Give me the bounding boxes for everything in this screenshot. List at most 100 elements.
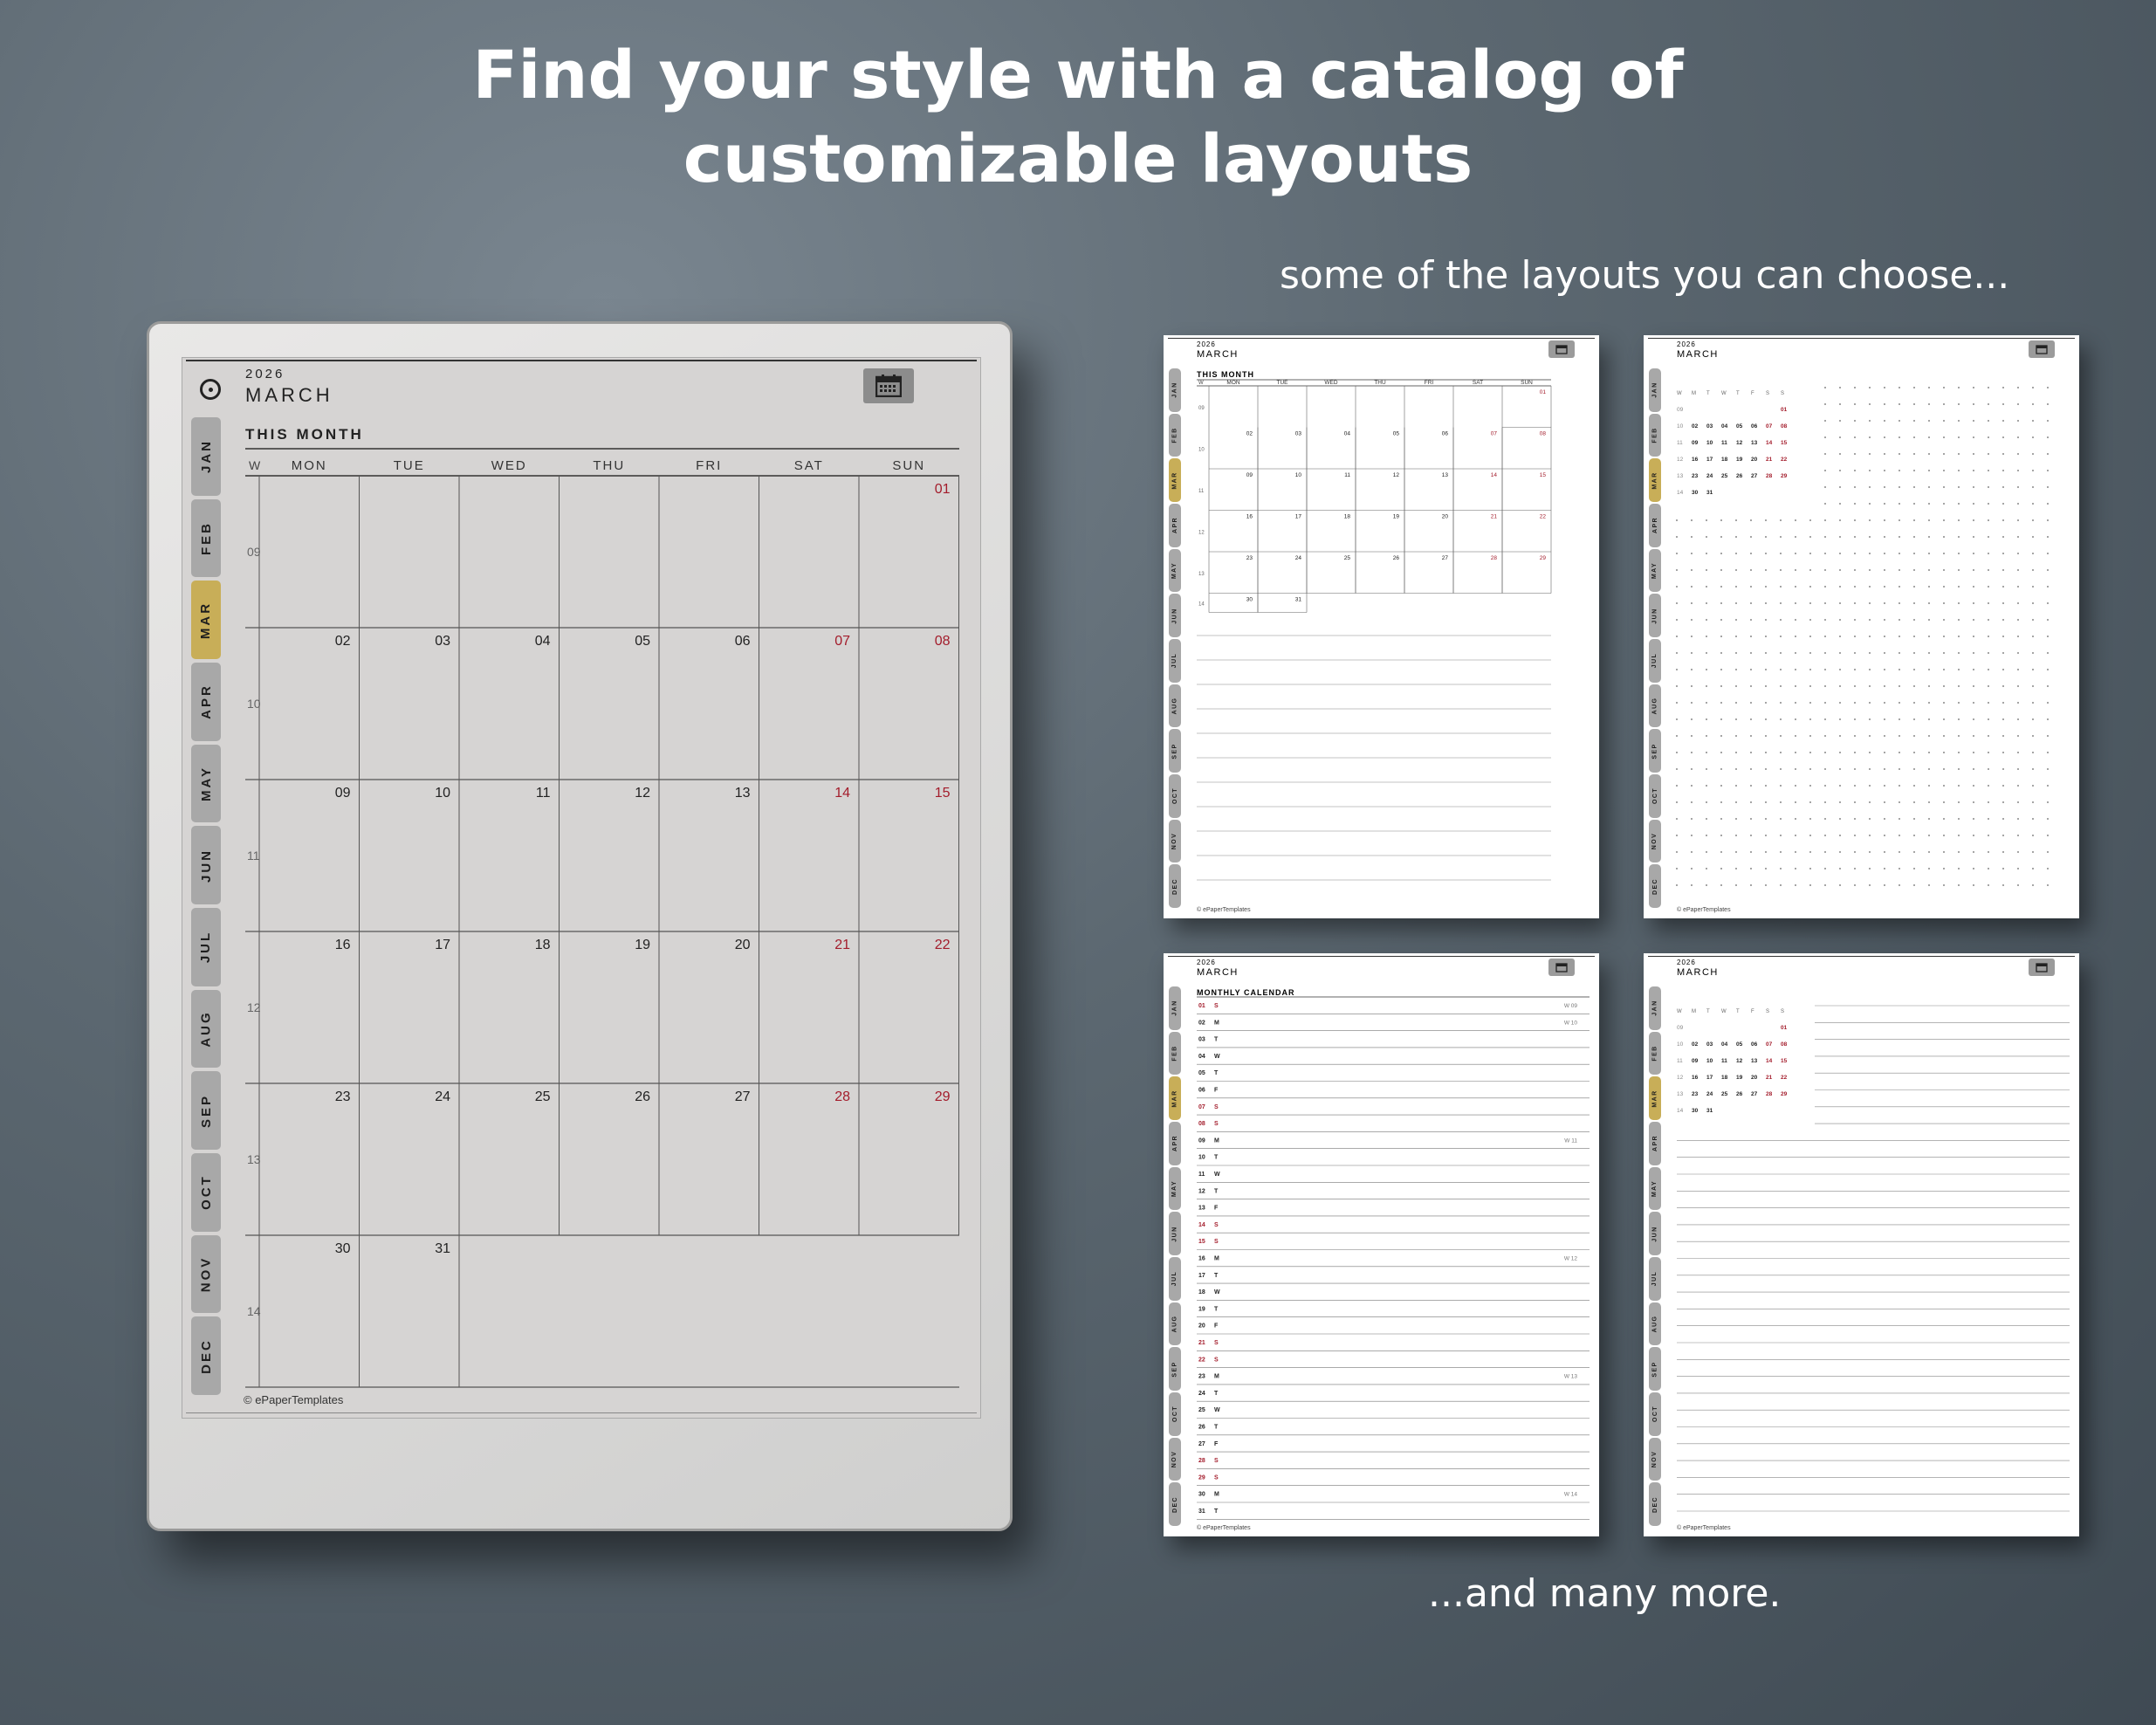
grid-dot (1928, 752, 1930, 753)
grid-dot (1899, 818, 1900, 820)
grid-dot (1943, 436, 1945, 438)
mini-day: 13 (1751, 1058, 1758, 1064)
grid-dot (1958, 453, 1960, 455)
grid-dot (2047, 453, 2049, 455)
grid-dot (2032, 569, 2034, 571)
mini-day: 08 (1781, 1041, 1788, 1048)
grid-dot (1735, 785, 1737, 787)
grid-dot (2017, 403, 2019, 405)
grid-dot (2017, 718, 2019, 720)
grid-dot (1884, 851, 1885, 853)
grid-dot (1780, 785, 1782, 787)
mini-day: 10 (1677, 423, 1684, 430)
grid-dot (1943, 619, 1945, 621)
mini-day: 24 (1706, 473, 1713, 479)
grid-dot (2032, 619, 2034, 621)
layout-mini-calendar-lines[interactable]: 2026 MARCH JAN FEB MAR APR MAY JUN JUL AUG SEP OC… (1644, 953, 2079, 1536)
grid-dot (1988, 835, 1989, 836)
grid-dot (2047, 387, 2049, 388)
grid-dot (1765, 536, 1767, 538)
grid-dot (1735, 619, 1737, 621)
layout-monthly-list[interactable]: 2026 MARCH JAN FEB MAR APR MAY JUN JUL AUG SEP OC… (1164, 953, 1599, 1536)
grid-dot (1676, 768, 1678, 770)
grid-dot (1973, 619, 1974, 621)
grid-dot (1869, 669, 1871, 670)
grid-dot (1750, 536, 1752, 538)
grid-dot (1988, 586, 1989, 588)
mini-day: 02 (1692, 423, 1699, 430)
list-weekday-letter: F (1214, 1441, 1219, 1447)
grid-dot (1913, 569, 1915, 571)
weekday-label: THU (593, 458, 625, 473)
grid-dot (2002, 619, 2004, 621)
day-number: 20 (1442, 514, 1449, 520)
day-number: 03 (435, 634, 450, 649)
grid-dot (1928, 785, 1930, 787)
grid-dot (1750, 702, 1752, 704)
grid-dot (2017, 453, 2019, 455)
grid-dot (1913, 536, 1915, 538)
grid-dot (1824, 553, 1826, 554)
grid-dot (1943, 884, 1945, 886)
grid-dot (1958, 851, 1960, 853)
grid-dot (1720, 835, 1722, 836)
grid-dot (1988, 602, 1989, 604)
mini-day: 12 (1736, 440, 1743, 446)
grid-dot (2017, 387, 2019, 388)
mini-day: 14 (1766, 1058, 1773, 1064)
week-number: 10 (247, 697, 261, 711)
mini-header: W (1677, 1009, 1682, 1014)
grid-dot (1943, 503, 1945, 505)
grid-dot (1780, 718, 1782, 720)
grid-dot (1928, 569, 1930, 571)
grid-dot (1735, 735, 1737, 737)
grid-dot (1795, 735, 1796, 737)
grid-dot (1824, 403, 1826, 405)
grid-dot (1809, 735, 1811, 737)
layout-month-grid[interactable]: 2026 MARCH JAN FEB MAR APR MAY JUN JUL AUG SEP OC… (1164, 335, 1599, 918)
grid-dot (1809, 553, 1811, 554)
grid-dot (1824, 752, 1826, 753)
grid-dot (1958, 868, 1960, 869)
grid-dot (2032, 436, 2034, 438)
grid-dot (1973, 768, 1974, 770)
grid-dot (1973, 586, 1974, 588)
grid-dot (2047, 685, 2049, 687)
grid-dot (1973, 801, 1974, 803)
grid-dot (1884, 569, 1885, 571)
day-number: 22 (935, 938, 951, 952)
grid-dot (1869, 387, 1871, 388)
list-day-number: 24 (1198, 1391, 1205, 1397)
grid-dot (1839, 436, 1841, 438)
list-day-number: 19 (1198, 1306, 1205, 1312)
grid-dot (1913, 586, 1915, 588)
layout-mini-calendar-dots[interactable]: 2026 MARCH JAN FEB MAR APR MAY JUN JUL AUG SEP OC… (1644, 335, 2079, 918)
grid-dot (1839, 486, 1841, 488)
grid-dot (1824, 669, 1826, 670)
grid-dot (2032, 669, 2034, 670)
grid-dot (1824, 735, 1826, 737)
grid-dot (1884, 685, 1885, 687)
grid-dot (1839, 752, 1841, 753)
grid-dot (1824, 884, 1826, 886)
grid-dot (1706, 586, 1707, 588)
list-day-number: 18 (1198, 1289, 1205, 1295)
grid-dot (2017, 851, 2019, 853)
grid-dot (1869, 602, 1871, 604)
grid-dot (2002, 536, 2004, 538)
grid-dot (2032, 486, 2034, 488)
grid-dot (1735, 685, 1737, 687)
weekday-label: MON (292, 458, 327, 473)
grid-dot (2002, 752, 2004, 753)
grid-dot (1809, 569, 1811, 571)
grid-dot (1899, 503, 1900, 505)
grid-dot (1735, 586, 1737, 588)
grid-dot (1824, 387, 1826, 388)
grid-dot (2002, 436, 2004, 438)
list-weekday-letter: T (1214, 1155, 1219, 1161)
mini-day: 16 (1692, 457, 1699, 463)
grid-dot (2002, 884, 2004, 886)
grid-dot (1706, 536, 1707, 538)
grid-dot (1869, 569, 1871, 571)
list-day-number: 31 (1198, 1509, 1205, 1515)
